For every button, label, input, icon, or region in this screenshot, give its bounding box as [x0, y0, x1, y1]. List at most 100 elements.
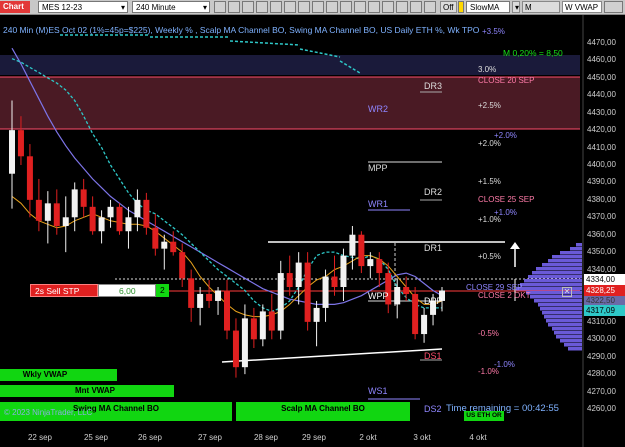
bear-candle [232, 330, 239, 368]
data-box-icon[interactable] [326, 1, 338, 13]
indicators-icon[interactable] [256, 1, 268, 13]
bull-candle [161, 241, 168, 249]
bear-candle [250, 318, 257, 340]
profile-bar [556, 335, 582, 339]
profile-bar [554, 331, 582, 335]
order-price-field[interactable]: 6,00 [98, 284, 156, 297]
price-tick-label: 4420,00 [587, 125, 616, 135]
bear-candle [304, 262, 311, 322]
level-wpp: WPP [368, 291, 389, 301]
price-tick-label: 4310,00 [587, 316, 616, 326]
bull-candle [197, 293, 204, 308]
candles-group [9, 100, 445, 378]
level-pct-1-5: +1.5% [478, 177, 501, 186]
profile-bar [576, 243, 582, 247]
bull-candle [134, 199, 141, 218]
slow-ma-readout: M 0,20% = 8,50 [503, 48, 563, 58]
level-wr2: WR2 [368, 104, 388, 114]
profile-bar [552, 255, 582, 259]
bull-candle [367, 259, 374, 267]
zoom-icon[interactable] [242, 1, 254, 13]
profile-bar [548, 259, 582, 263]
level-pct-minus-1-0-daily: -1.0% [478, 367, 499, 376]
profile-bar [530, 295, 582, 299]
bear-candle [268, 311, 275, 331]
chevron-down-icon[interactable]: ▾ [512, 1, 520, 13]
profile-bar [516, 287, 582, 291]
bull-candle [125, 217, 132, 232]
current-price-tag: 4328,25 [584, 285, 625, 296]
plot-off-button[interactable]: Off [440, 1, 457, 13]
mnt-vwap-bar: Mnt VWAP [0, 385, 174, 397]
price-tick-label: 4370,00 [587, 212, 616, 222]
profile-bar [570, 247, 582, 251]
link-icon[interactable] [382, 1, 394, 13]
timeframe-dropdown[interactable]: 240 Minute ▾ [132, 1, 210, 13]
level-dpp: DPP [424, 296, 443, 306]
strategies-icon[interactable] [270, 1, 282, 13]
price-tick-label: 4400,00 [587, 160, 616, 169]
alert-icon[interactable] [424, 1, 436, 13]
chevron-down-icon: ▾ [120, 3, 125, 12]
time-remaining: Time remaining = 00:42:55 [446, 403, 559, 414]
wkly-vwap-bar: Wkly VWAP [0, 369, 117, 381]
crosshair-icon[interactable] [214, 1, 226, 13]
color-swatch-icon[interactable] [458, 1, 464, 13]
order-qty-button[interactable]: 2 [156, 284, 169, 297]
grid-icon[interactable] [368, 1, 380, 13]
bear-candle [152, 227, 159, 249]
share-icon[interactable] [354, 1, 366, 13]
profile-bar [526, 291, 582, 295]
instrument-dropdown[interactable]: MES 12-23 ▾ [38, 1, 128, 13]
price-chart[interactable]: 240 Min (M)ES Oct 02 (1%=45p=$225), Week… [0, 15, 625, 447]
level-dr2: DR2 [424, 187, 443, 197]
price-tick-label: 4470,00 [587, 38, 616, 47]
price-tick-label: 4440,00 [587, 90, 616, 100]
profile-bar [538, 303, 582, 307]
indicator-dropdown[interactable]: SlowMA [466, 1, 510, 13]
settings-icon[interactable] [410, 1, 422, 13]
bull-candle [241, 318, 248, 368]
bull-candle [107, 206, 114, 218]
sell-stop-order-tag[interactable]: 2s Sell STP [30, 284, 98, 297]
draw-tools-icon[interactable] [228, 1, 240, 13]
bull-candle [44, 203, 51, 221]
price-tick-label: 4410,00 [587, 142, 616, 152]
bull-candle [9, 130, 15, 174]
up-arrow-icon [510, 242, 520, 249]
screenshot-icon[interactable] [340, 1, 352, 13]
scalp-bo-bar: Scalp MA Channel BO [236, 402, 410, 421]
bear-candle [331, 276, 338, 287]
lower-trend-line [221, 348, 443, 363]
bull-candle [295, 262, 302, 287]
bear-candle [170, 241, 177, 253]
bull-candle [394, 287, 401, 305]
wvwap-button[interactable]: W VWAP [562, 1, 602, 13]
menu-icon[interactable] [604, 1, 623, 13]
level-mpp: MPP [368, 163, 388, 173]
price-tick-label: 4350,00 [587, 247, 616, 257]
last-price-tag: 4334,00 [584, 274, 625, 285]
close-order-icon[interactable]: ✕ [562, 287, 572, 297]
price-tick-label: 4280,00 [587, 369, 616, 379]
profile-bar [532, 271, 582, 275]
chart-tab-label[interactable]: Chart [0, 1, 30, 13]
weekly-tpo-segment [229, 40, 301, 46]
last-price-value: 4334,00 [586, 275, 615, 284]
bear-candle [224, 290, 230, 331]
chart-trader-icon[interactable] [312, 1, 324, 13]
level-pct-2-0-daily: +2.0% [478, 139, 501, 148]
price-tick-label: 4260,00 [587, 404, 616, 413]
scroll-icon[interactable] [396, 1, 408, 13]
profile-bar [520, 283, 582, 287]
date-tick-label: 29 sep [301, 433, 327, 442]
profile-bar [560, 251, 582, 255]
mvwap-button[interactable]: M VWAP [522, 1, 560, 24]
date-tick-label: 4 okt [469, 433, 487, 442]
properties-icon[interactable] [284, 1, 296, 13]
templates-icon[interactable] [298, 1, 310, 13]
price-tick-label: 4290,00 [587, 351, 616, 361]
bull-candle [340, 255, 347, 287]
bull-candle [215, 290, 222, 301]
bear-candle [35, 199, 42, 221]
